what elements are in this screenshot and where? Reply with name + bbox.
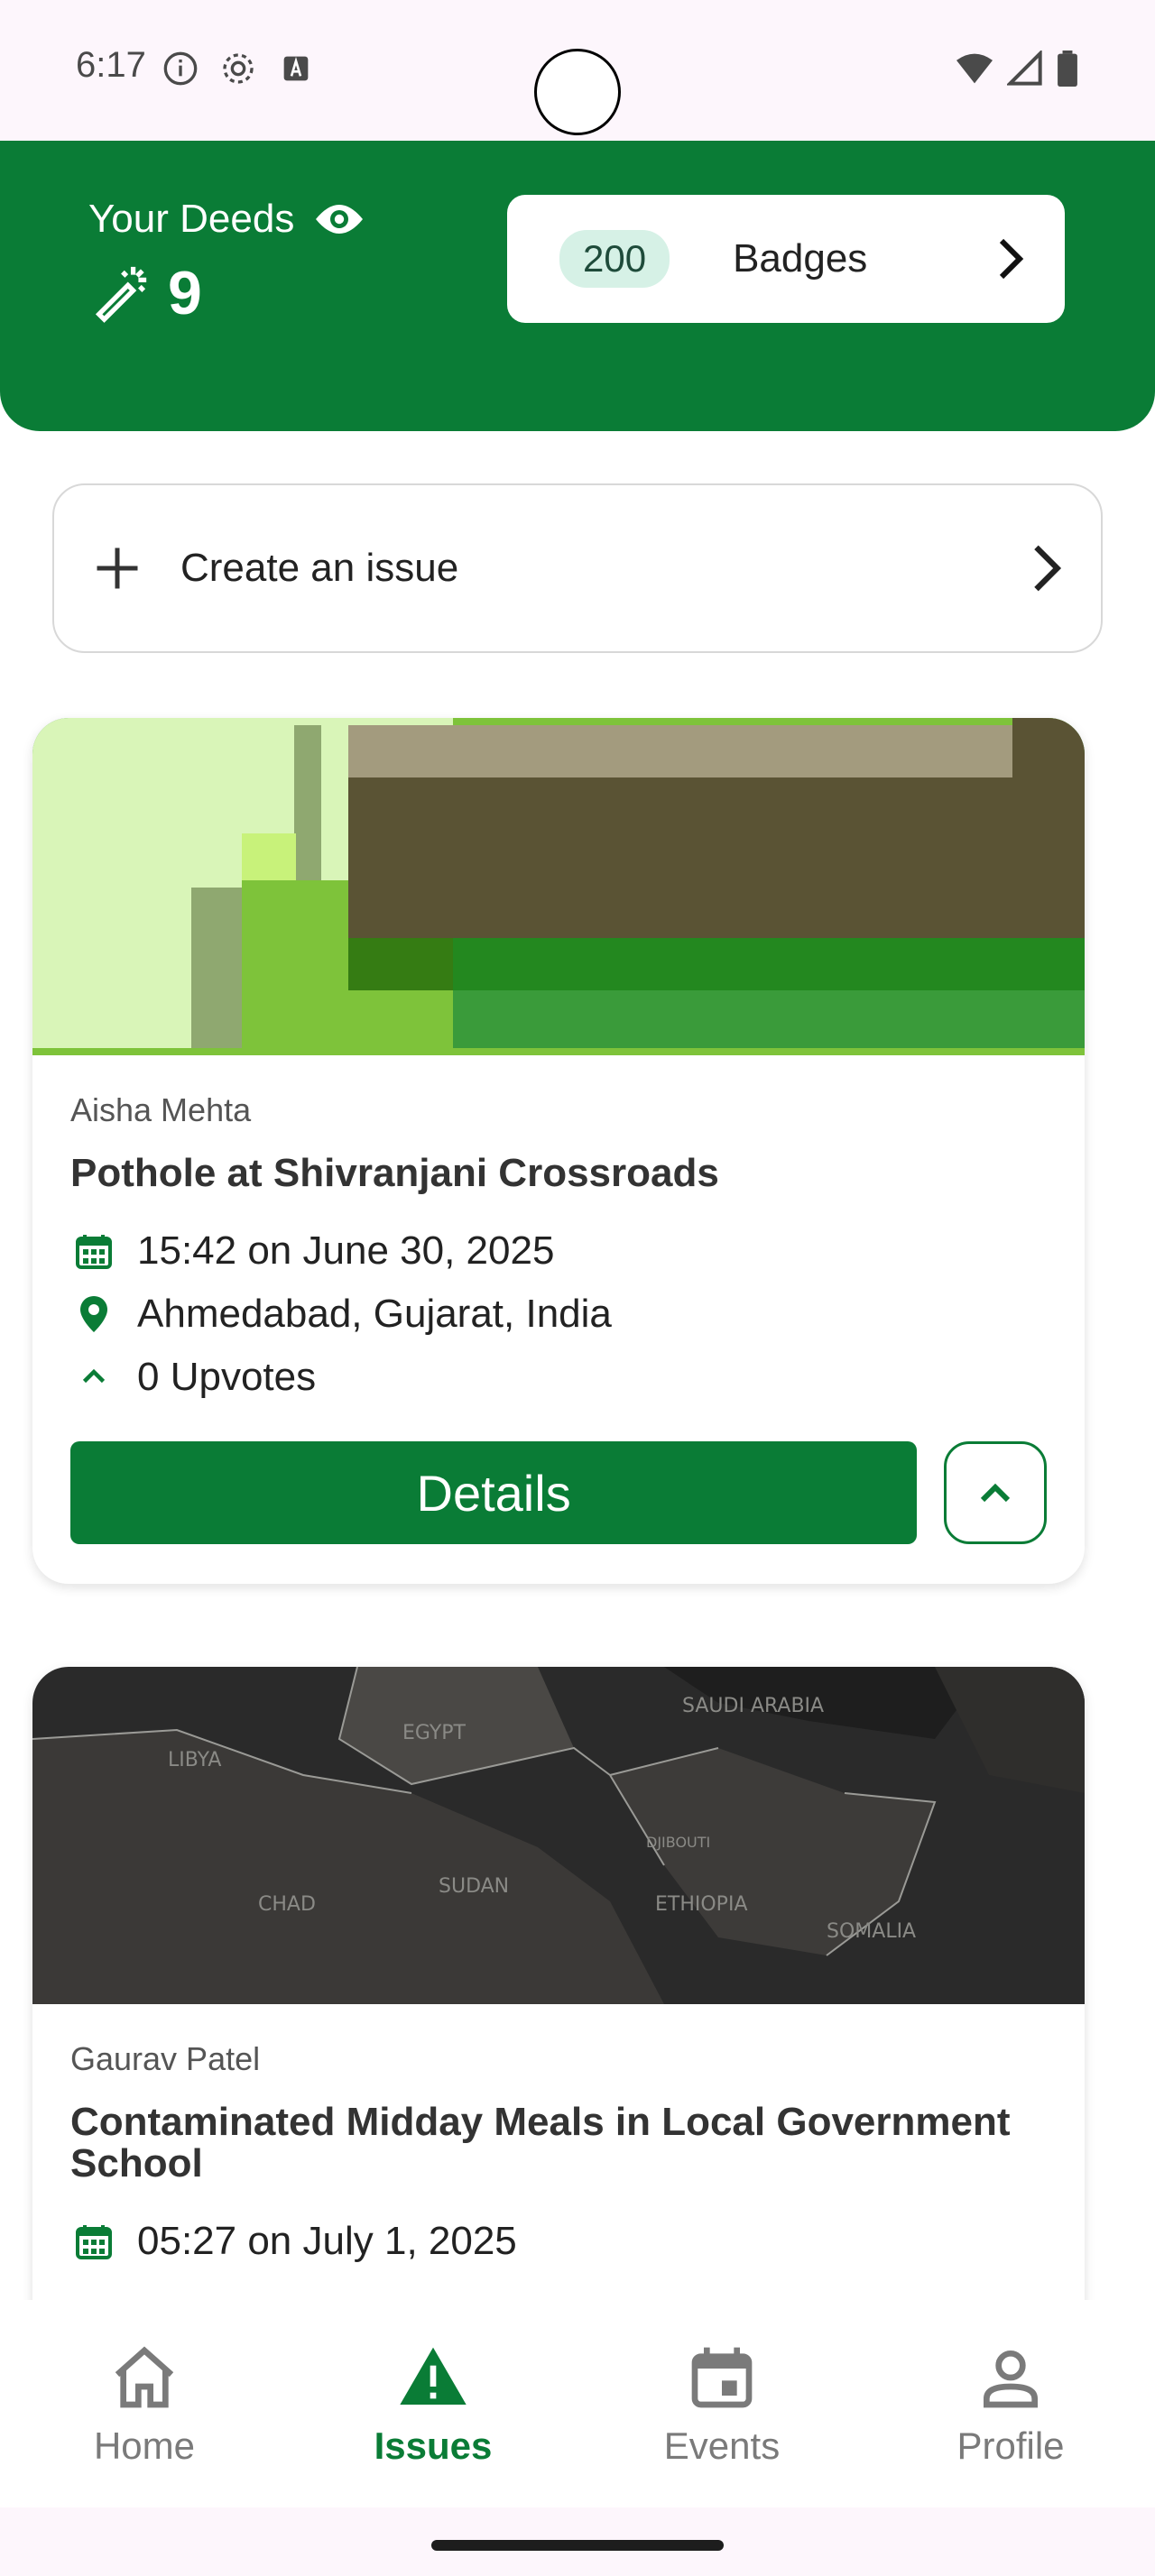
issue-title: Pothole at Shivranjani Crossroads	[70, 1151, 719, 1195]
issue-title: Contaminated Midday Meals in Local Gover…	[70, 2100, 1011, 2186]
deeds-header: Your Deeds 9 200 Badges	[0, 141, 1155, 431]
nav-label-profile: Profile	[956, 2424, 1065, 2467]
chevron-up-icon	[980, 1483, 1011, 1503]
nav-label-events: Events	[663, 2424, 781, 2467]
badges-label: Badges	[733, 236, 868, 281]
issue-card: LIBYA EGYPT SAUDI ARABIA CHAD SUDAN ETHI…	[32, 1667, 1085, 2352]
wifi-icon	[956, 53, 993, 84]
magic-wand-icon	[95, 266, 147, 323]
home-icon	[115, 2346, 174, 2408]
map-label: EGYPT	[402, 1722, 467, 1744]
signal-icon	[1007, 51, 1042, 86]
badges-button[interactable]: 200 Badges	[507, 195, 1065, 323]
issue-datetime-row: 05:27 on July 1, 2025	[70, 2219, 1047, 2264]
info-icon	[163, 51, 198, 86]
deeds-value-row: 9	[88, 258, 202, 328]
eye-icon[interactable]	[314, 201, 365, 237]
nav-label-home: Home	[93, 2424, 196, 2467]
warning-icon	[400, 2347, 467, 2405]
calendar-icon	[76, 2225, 112, 2260]
map-label: SUDAN	[439, 1875, 509, 1898]
map-label: CHAD	[258, 1893, 316, 1916]
map-label: LIBYA	[168, 1749, 221, 1771]
camera-cutout	[534, 49, 621, 135]
settings-icon	[223, 53, 254, 84]
issue-upvotes: 0 Upvotes	[137, 1355, 317, 1400]
status-icons-right	[955, 51, 1079, 87]
issue-datetime: 05:27 on July 1, 2025	[137, 2219, 517, 2264]
issue-image[interactable]	[32, 718, 1085, 1055]
nav-label-issues: Issues	[374, 2424, 493, 2467]
issue-upvotes-row: 0 Upvotes	[70, 1355, 1047, 1400]
issue-author: Gaurav Patel	[70, 2040, 261, 2077]
issue-author: Aisha Mehta	[70, 1091, 252, 1128]
issue-datetime: 15:42 on June 30, 2025	[137, 1228, 555, 1274]
issue-location-row: Ahmedabad, Gujarat, India	[70, 1292, 1047, 1337]
create-issue-button[interactable]: Create an issue	[52, 483, 1103, 653]
create-issue-label: Create an issue	[180, 546, 459, 590]
bottom-nav: Home Issues Events Profile	[0, 2300, 1155, 2507]
status-bar: 6:17	[0, 0, 1155, 141]
nav-item-events[interactable]: Events	[578, 2300, 866, 2507]
nav-item-issues[interactable]: Issues	[289, 2300, 578, 2507]
deeds-label: Your Deeds	[88, 197, 295, 241]
issue-card: Aisha Mehta Pothole at Shivranjani Cross…	[32, 718, 1085, 1585]
deeds-count: 9	[168, 259, 202, 327]
status-icons-left	[162, 51, 314, 87]
nav-item-profile[interactable]: Profile	[866, 2300, 1155, 2507]
chevron-right-icon	[1034, 545, 1062, 592]
gesture-area	[0, 2507, 1155, 2576]
nav-item-home[interactable]: Home	[0, 2300, 289, 2507]
chevron-up-icon	[82, 1369, 106, 1384]
deeds-label-row: Your Deeds	[88, 197, 365, 242]
map-label: ETHIOPIA	[655, 1893, 748, 1916]
map-label: DJIBOUTI	[646, 1834, 710, 1851]
chevron-right-icon	[999, 238, 1024, 280]
person-icon	[984, 2351, 1038, 2408]
map-label: SOMALIA	[827, 1920, 916, 1943]
location-pin-icon	[80, 1296, 107, 1333]
status-time: 6:17	[76, 45, 146, 85]
font-a-icon	[283, 56, 309, 81]
battery-icon	[1058, 51, 1077, 87]
details-button[interactable]: Details	[70, 1441, 918, 1545]
calendar-icon	[76, 1235, 112, 1270]
issue-datetime-row: 15:42 on June 30, 2025	[70, 1228, 1047, 1274]
pothole-photo	[32, 718, 1085, 1055]
map-photo: LIBYA EGYPT SAUDI ARABIA CHAD SUDAN ETHI…	[32, 1667, 1085, 2004]
plus-icon	[97, 547, 138, 589]
gesture-handle[interactable]	[431, 2540, 724, 2551]
map-label: SAUDI ARABIA	[682, 1695, 824, 1717]
calendar-icon	[691, 2347, 753, 2408]
issue-image[interactable]: LIBYA EGYPT SAUDI ARABIA CHAD SUDAN ETHI…	[32, 1667, 1085, 2004]
issue-actions: Details	[70, 1441, 1047, 1545]
badge-count: 200	[559, 230, 670, 288]
issue-location: Ahmedabad, Gujarat, India	[137, 1292, 612, 1337]
upvote-button[interactable]	[944, 1441, 1047, 1545]
